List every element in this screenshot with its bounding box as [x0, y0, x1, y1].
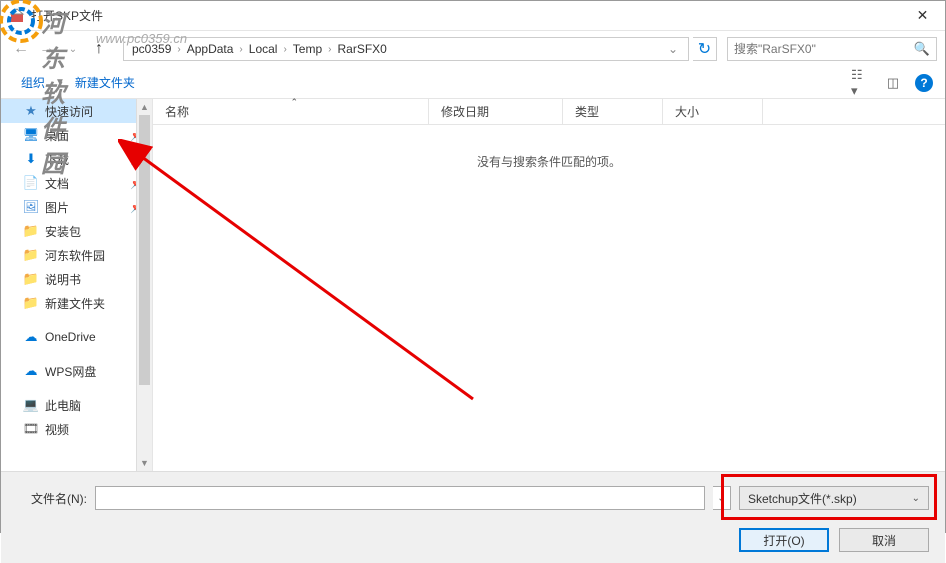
- sidebar-item[interactable]: 📁 说明书: [1, 267, 152, 291]
- breadcrumb-item[interactable]: Temp: [289, 42, 326, 56]
- view-options-button[interactable]: ☷ ▾: [851, 73, 871, 93]
- nav-forward-button[interactable]: →: [35, 37, 59, 61]
- filename-input[interactable]: [95, 486, 705, 510]
- column-header-type[interactable]: 类型: [563, 99, 663, 124]
- column-header-name[interactable]: 名称 ⌃: [153, 99, 429, 124]
- navbar: ← → ⌄ ↑ pc0359 › AppData › Local › Temp …: [1, 31, 945, 67]
- filename-dropdown[interactable]: ⌄: [713, 486, 731, 510]
- footer: 文件名(N): ⌄ Sketchup文件(*.skp) ⌄ 打开(O) 取消: [1, 471, 945, 563]
- organize-button[interactable]: 组织: [13, 74, 53, 91]
- window-title: 打开SKP文件: [31, 7, 900, 24]
- sidebar-item[interactable]: ★ 快速访问: [1, 99, 152, 123]
- column-headers: 名称 ⌃ 修改日期 类型 大小: [153, 99, 945, 125]
- sidebar-item[interactable]: 🎞 视频: [1, 417, 152, 441]
- refresh-button[interactable]: ↻: [693, 37, 717, 61]
- column-header-date[interactable]: 修改日期: [429, 99, 563, 124]
- sort-indicator-icon: ⌃: [291, 97, 299, 108]
- chevron-down-icon: ▼: [53, 77, 67, 88]
- sidebar-item[interactable]: ⬇下载📌: [1, 147, 152, 171]
- nav-recent-button[interactable]: ⌄: [61, 37, 85, 61]
- sidebar-item[interactable]: 🖼图片📌: [1, 195, 152, 219]
- sidebar-item[interactable]: 💻 此电脑: [1, 393, 152, 417]
- sidebar-item-label: 河东软件园: [45, 247, 105, 264]
- chevron-right-icon: ›: [237, 44, 244, 55]
- sidebar-item-label: 图片: [45, 199, 69, 216]
- help-button[interactable]: ?: [915, 74, 933, 92]
- toolbar: 组织 ▼ 新建文件夹 ☷ ▾ ◫ ?: [1, 67, 945, 99]
- chevron-right-icon: ›: [281, 44, 288, 55]
- chevron-down-icon: ⌄: [912, 493, 920, 504]
- sidebar-item-label: 桌面: [45, 127, 69, 144]
- open-button[interactable]: 打开(O): [739, 528, 829, 552]
- pc-icon: 💻: [23, 397, 39, 413]
- doc-icon: 📄: [23, 175, 39, 191]
- search-input[interactable]: [734, 42, 914, 56]
- desktop-icon: 🖥: [23, 127, 39, 143]
- file-list-area: 名称 ⌃ 修改日期 类型 大小 没有与搜索条件匹配的项。: [153, 99, 945, 471]
- chevron-right-icon: ›: [175, 44, 182, 55]
- sidebar: ★快速访问🖥桌面📌⬇下载📌📄文档📌🖼图片📌📁安装包📁河东软件园📁说明书📁新建文件…: [1, 99, 153, 471]
- sidebar-item[interactable]: 📁 新建文件夹: [1, 291, 152, 315]
- sidebar-item-label: 新建文件夹: [45, 295, 105, 312]
- picture-icon: 🖼: [23, 199, 39, 215]
- close-button[interactable]: ✕: [900, 1, 945, 31]
- sidebar-item-label: 快速访问: [45, 103, 93, 120]
- column-header-size[interactable]: 大小: [663, 99, 763, 124]
- folder-icon: 📁: [23, 223, 39, 239]
- sidebar-item[interactable]: 📄文档📌: [1, 171, 152, 195]
- sidebar-item-label: 说明书: [45, 271, 81, 288]
- filter-label: Sketchup文件(*.skp): [748, 490, 857, 507]
- search-icon: 🔍: [914, 41, 930, 57]
- video-icon: 🎞: [23, 421, 39, 437]
- column-label: 名称: [165, 103, 189, 120]
- nav-up-button[interactable]: ↑: [87, 37, 111, 61]
- sidebar-item-label: 视频: [45, 421, 69, 438]
- breadcrumb-item[interactable]: pc0359: [128, 42, 175, 56]
- sidebar-scrollbar[interactable]: ▲ ▼: [136, 99, 152, 471]
- annotation-arrow: [118, 139, 488, 419]
- cloud-icon: ☁: [23, 329, 39, 345]
- sidebar-item-label: OneDrive: [45, 330, 96, 344]
- sidebar-item-label: 下载: [45, 151, 69, 168]
- nav-back-button[interactable]: ←: [9, 37, 33, 61]
- sidebar-item[interactable]: 📁 河东软件园: [1, 243, 152, 267]
- sidebar-item[interactable]: 🖥桌面📌: [1, 123, 152, 147]
- app-icon: [9, 8, 25, 24]
- cloud2-icon: ☁: [23, 363, 39, 379]
- preview-pane-button[interactable]: ◫: [883, 73, 903, 93]
- sidebar-item-label: 安装包: [45, 223, 81, 240]
- sidebar-item-label: 此电脑: [45, 397, 81, 414]
- sidebar-item[interactable]: ☁ OneDrive: [1, 325, 152, 349]
- download-icon: ⬇: [23, 151, 39, 167]
- folder-icon: 📁: [23, 295, 39, 311]
- search-box[interactable]: 🔍: [727, 37, 937, 61]
- star-icon: ★: [23, 103, 39, 119]
- breadcrumb-item[interactable]: RarSFX0: [333, 42, 390, 56]
- window-controls: ✕: [900, 1, 945, 31]
- folder-icon: 📁: [23, 247, 39, 263]
- titlebar: 打开SKP文件 ✕: [1, 1, 945, 31]
- chevron-right-icon: ›: [326, 44, 333, 55]
- breadcrumb-dropdown[interactable]: ⌄: [662, 42, 684, 56]
- file-type-filter[interactable]: Sketchup文件(*.skp) ⌄: [739, 486, 929, 510]
- sidebar-item-label: WPS网盘: [45, 363, 96, 380]
- new-folder-button[interactable]: 新建文件夹: [67, 74, 143, 91]
- sidebar-item-label: 文档: [45, 175, 69, 192]
- breadcrumb-item[interactable]: Local: [245, 42, 282, 56]
- empty-message: 没有与搜索条件匹配的项。: [153, 153, 945, 170]
- folder-icon: 📁: [23, 271, 39, 287]
- sidebar-item[interactable]: ☁ WPS网盘: [1, 359, 152, 383]
- main-area: ★快速访问🖥桌面📌⬇下载📌📄文档📌🖼图片📌📁安装包📁河东软件园📁说明书📁新建文件…: [1, 99, 945, 471]
- sidebar-item[interactable]: 📁 安装包: [1, 219, 152, 243]
- breadcrumb-item[interactable]: AppData: [183, 42, 238, 56]
- cancel-button[interactable]: 取消: [839, 528, 929, 552]
- breadcrumb[interactable]: pc0359 › AppData › Local › Temp › RarSFX…: [123, 37, 689, 61]
- filename-label: 文件名(N):: [17, 490, 87, 507]
